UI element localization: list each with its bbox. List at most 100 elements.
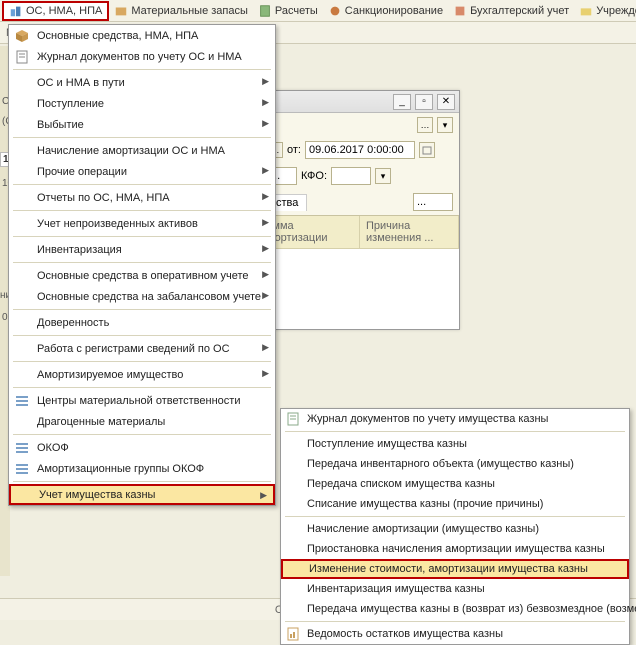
bg-table-body[interactable]: [261, 249, 459, 329]
bg-table: уммамортизации Причинаизменения ...: [261, 215, 459, 329]
menu-item-registers[interactable]: Работа с регистрами сведений по ОС▶: [9, 338, 275, 359]
submenu-item-incoming[interactable]: Поступление имущества казны: [281, 434, 629, 454]
col-reason: Причинаизменения ...: [360, 216, 459, 249]
toolbar-label: Санкционирование: [345, 5, 443, 17]
menu-separator: [13, 69, 271, 70]
menu-item-inventory[interactable]: Инвентаризация▶: [9, 239, 275, 260]
menu-separator: [13, 434, 271, 435]
submenu-separator: [285, 431, 625, 432]
chevron-right-icon: ▶: [262, 342, 269, 353]
toolbar-item-calc[interactable]: Расчеты: [253, 1, 323, 21]
menu-separator: [13, 361, 271, 362]
menu-item-precious[interactable]: Драгоценные материалы: [9, 411, 275, 432]
toolbar-item-institution[interactable]: Учреждение: [574, 1, 636, 21]
menu-separator: [13, 262, 271, 263]
treasury-submenu: Журнал документов по учету имущества каз…: [280, 408, 630, 645]
stamp-icon: [328, 4, 342, 18]
calc-icon: [258, 4, 272, 18]
menu-item-okof[interactable]: ОКОФ: [9, 437, 275, 458]
document-icon: [285, 411, 301, 427]
kfo-input[interactable]: [331, 167, 371, 185]
submenu-item-writeoff[interactable]: Списание имущества казны (прочие причины…: [281, 494, 629, 514]
date-from-label: от:: [287, 144, 301, 156]
toolbar-label: Учреждение: [596, 5, 636, 17]
submenu-separator: [285, 621, 625, 622]
menu-separator: [13, 184, 271, 185]
menu-item-nonproduced[interactable]: Учет непроизведенных активов▶: [9, 213, 275, 234]
menu-separator: [13, 137, 271, 138]
menu-item-operative[interactable]: Основные средства в оперативном учете▶: [9, 265, 275, 286]
menu-item-amortization[interactable]: Начисление амортизации ОС и НМА: [9, 140, 275, 161]
menu-item-journal-os-nma[interactable]: Журнал документов по учету ОС и НМА: [9, 46, 275, 67]
book-icon: [453, 4, 467, 18]
menu-item-other-ops[interactable]: Прочие операции▶: [9, 161, 275, 182]
dialog-titlebar: _ ▫ ✕: [261, 91, 459, 113]
report-icon: [285, 626, 301, 642]
toolbar-label: Расчеты: [275, 5, 318, 17]
chevron-right-icon: ▶: [262, 76, 269, 87]
menu-separator: [13, 309, 271, 310]
list-icon: [14, 440, 30, 456]
toolbar-item-accounting[interactable]: Бухгалтерский учет: [448, 1, 574, 21]
chevron-right-icon: ▶: [260, 490, 267, 501]
folder-icon: [579, 4, 593, 18]
menu-item-amortizable[interactable]: Амортизируемое имущество▶: [9, 364, 275, 385]
submenu-item-suspend-amort[interactable]: Приостановка начисления амортизации имущ…: [281, 539, 629, 559]
chevron-right-icon: ▶: [262, 191, 269, 202]
menu-item-proxy[interactable]: Доверенность: [9, 312, 275, 333]
menu-item-transit[interactable]: ОС и НМА в пути▶: [9, 72, 275, 93]
chevron-right-icon: ▶: [262, 217, 269, 228]
toolbar-item-sanction[interactable]: Санкционирование: [323, 1, 448, 21]
submenu-item-transfer-list[interactable]: Передача списком имущества казны: [281, 474, 629, 494]
toolbar-item-materials[interactable]: Материальные запасы: [109, 1, 253, 21]
submenu-item-change-value[interactable]: Изменение стоимости, амортизации имущест…: [281, 559, 629, 579]
close-button[interactable]: ✕: [437, 94, 455, 110]
submenu-item-inventory[interactable]: Инвентаризация имущества казны: [281, 579, 629, 599]
background-dialog: _ ▫ ✕ … ▾ … от: 09.06.2017 0:00:00 ... К…: [260, 90, 460, 330]
list-icon: [14, 461, 30, 477]
chevron-right-icon: ▶: [262, 97, 269, 108]
main-dropdown-menu: Основные средства, НМА, НПА Журнал докум…: [8, 24, 276, 506]
picker-button-1[interactable]: …: [417, 117, 433, 133]
minimize-button[interactable]: _: [393, 94, 411, 110]
list-icon: [14, 393, 30, 409]
chevron-right-icon: ▶: [262, 290, 269, 301]
kfo-label: КФО:: [301, 170, 327, 182]
cube-icon: [14, 28, 30, 44]
chevron-right-icon: ▶: [262, 243, 269, 254]
submenu-item-journal[interactable]: Журнал документов по учету имущества каз…: [281, 409, 629, 429]
main-toolbar: ОС, НМА, НПА Материальные запасы Расчеты…: [0, 0, 636, 22]
date-input[interactable]: 09.06.2017 0:00:00: [305, 141, 415, 159]
document-icon: [14, 49, 30, 65]
menu-item-treasury[interactable]: Учет имущества казны ▶: [9, 484, 275, 505]
box-icon: [114, 4, 128, 18]
menu-item-incoming[interactable]: Поступление▶: [9, 93, 275, 114]
menu-separator: [13, 236, 271, 237]
picker-button-2[interactable]: ▾: [437, 117, 453, 133]
toolbar-label: Материальные запасы: [131, 5, 248, 17]
toolbar-label: Бухгалтерский учет: [470, 5, 569, 17]
submenu-item-amort[interactable]: Начисление амортизации (имущество казны): [281, 519, 629, 539]
menu-separator: [13, 335, 271, 336]
menu-item-offbalance[interactable]: Основные средства на забалансовом учете▶: [9, 286, 275, 307]
menu-separator: [13, 481, 271, 482]
extra-input[interactable]: ...: [413, 193, 453, 211]
chevron-right-icon: ▶: [262, 269, 269, 280]
chevron-right-icon: ▶: [262, 165, 269, 176]
menu-item-outgoing[interactable]: Выбытие▶: [9, 114, 275, 135]
building-icon: [9, 4, 23, 18]
menu-separator: [13, 210, 271, 211]
calendar-icon: [422, 145, 432, 155]
menu-item-okof-groups[interactable]: Амортизационные группы ОКОФ: [9, 458, 275, 479]
restore-button[interactable]: ▫: [415, 94, 433, 110]
submenu-item-transfer-object[interactable]: Передача инвентарного объекта (имущество…: [281, 454, 629, 474]
calendar-button[interactable]: [419, 142, 435, 158]
kfo-dropdown[interactable]: ▾: [375, 168, 391, 184]
menu-item-reports[interactable]: Отчеты по ОС, НМА, НПА▶: [9, 187, 275, 208]
menu-item-centers[interactable]: Центры материальной ответственности: [9, 390, 275, 411]
toolbar-item-os-nma-npa[interactable]: ОС, НМА, НПА: [2, 1, 109, 21]
menu-item-os-nma-npa[interactable]: Основные средства, НМА, НПА: [9, 25, 275, 46]
submenu-item-balances[interactable]: Ведомость остатков имущества казны: [281, 624, 629, 644]
submenu-item-transfer-free[interactable]: Передача имущества казны в (возврат из) …: [281, 599, 629, 619]
gutter-text: 0: [2, 312, 8, 323]
